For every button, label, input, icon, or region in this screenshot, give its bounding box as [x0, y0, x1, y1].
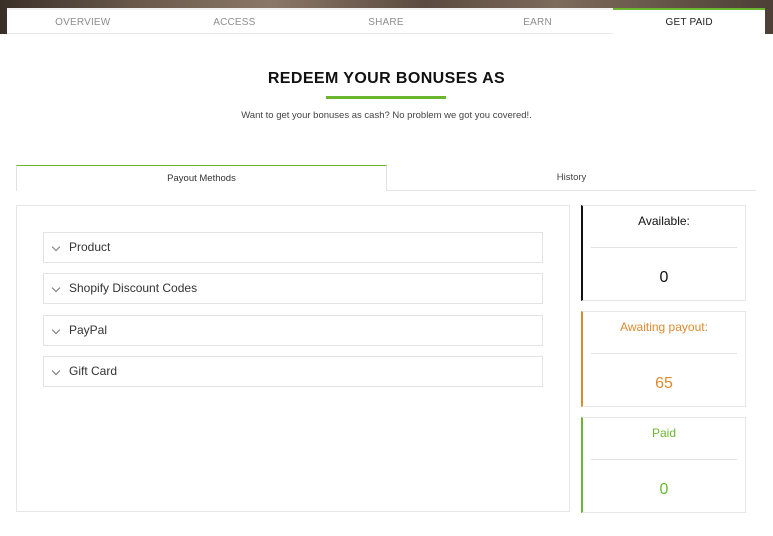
chevron-down-icon	[51, 242, 61, 252]
chevron-down-icon	[51, 366, 61, 376]
payout-method-label: Gift Card	[69, 364, 118, 378]
awaiting-payout-label: Awaiting payout:	[620, 320, 708, 334]
payout-method-label: PayPal	[69, 323, 108, 337]
tab-earn[interactable]: EARN	[461, 8, 614, 34]
paid-card: Paid 0	[581, 417, 746, 513]
available-value: 0	[659, 269, 669, 286]
tab-get-paid[interactable]: GET PAID	[613, 8, 765, 34]
tab-overview[interactable]: OVERVIEW	[7, 8, 159, 34]
page-subtitle: Want to get your bonuses as cash? No pro…	[241, 110, 532, 121]
paid-label: Paid	[651, 426, 677, 440]
tab-history[interactable]: History	[387, 165, 756, 191]
tab-share[interactable]: SHARE	[310, 8, 462, 34]
payout-method-gift-card[interactable]: Gift Card	[43, 356, 543, 387]
chevron-down-icon	[51, 325, 61, 335]
payout-method-paypal[interactable]: PayPal	[43, 315, 543, 346]
awaiting-payout-card: Awaiting payout: 65	[581, 311, 746, 407]
tab-access[interactable]: ACCESS	[158, 8, 311, 34]
divider	[591, 353, 737, 354]
payout-methods-panel: Product Shopify Discount Codes PayPal Gi…	[16, 205, 570, 512]
divider	[591, 247, 737, 248]
awaiting-payout-value: 65	[655, 375, 673, 392]
main-tabs: OVERVIEW ACCESS SHARE EARN GET PAID	[7, 8, 765, 34]
chevron-down-icon	[51, 283, 61, 293]
payout-method-label: Product	[69, 240, 111, 254]
payout-subtabs: Payout Methods History	[16, 165, 756, 191]
tab-payout-methods[interactable]: Payout Methods	[16, 165, 387, 191]
paid-value: 0	[659, 481, 669, 498]
payout-method-product[interactable]: Product	[43, 232, 543, 263]
payout-method-shopify-discount-codes[interactable]: Shopify Discount Codes	[43, 273, 543, 304]
available-card: Available: 0	[581, 205, 746, 301]
divider	[591, 459, 737, 460]
title-underline	[326, 96, 446, 99]
available-label: Available:	[638, 214, 690, 228]
page-title: REDEEM YOUR BONUSES AS	[267, 70, 506, 87]
payout-method-label: Shopify Discount Codes	[69, 281, 198, 295]
